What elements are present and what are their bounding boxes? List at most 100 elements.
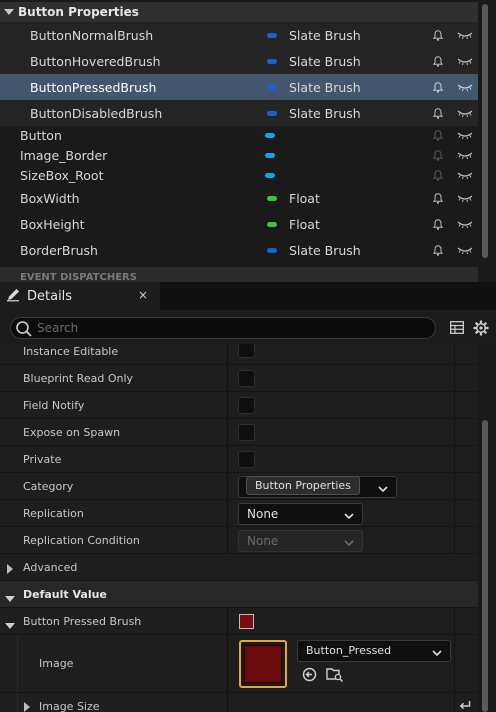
image-thumbnail[interactable] [239,640,287,688]
private-checkbox[interactable] [238,451,255,468]
collapse-arrow-icon[interactable] [5,618,15,632]
bell-icon[interactable] [433,170,443,181]
bell-icon[interactable] [433,130,443,141]
field-notify-checkbox[interactable] [238,397,255,414]
dropdown-value: Button_Pressed [306,644,392,657]
blueprint-read-only-checkbox[interactable] [238,370,255,387]
category-event-dispatchers[interactable]: EVENT DISPATCHERS [0,267,478,282]
variable-name: Button [20,127,62,143]
chevron-down-icon[interactable] [378,482,388,496]
bell-icon[interactable] [433,30,443,41]
brush-color-swatch[interactable] [239,614,254,629]
expand-arrow-icon[interactable] [7,563,13,577]
type-pill-icon[interactable] [267,222,277,227]
type-pill-icon[interactable] [267,59,277,64]
tab-details[interactable]: Details × [0,282,160,310]
property-label: Category [23,480,74,493]
visibility-eye-icon[interactable] [457,57,473,65]
details-scrollbar-thumb[interactable] [482,420,488,712]
type-pill-icon[interactable] [265,173,275,178]
variable-row-button-pressed-brush[interactable]: ButtonPressedBrush Slate Brush [0,74,478,100]
bell-icon[interactable] [433,245,443,256]
search-bar [0,310,496,344]
property-row-replication: Replication None [0,500,478,527]
property-row-instance-editable: Instance Editable [0,344,478,365]
scrollbar-thumb[interactable] [482,4,488,258]
bell-icon[interactable] [433,56,443,67]
type-pill-icon[interactable] [267,196,277,201]
category-value[interactable]: Button Properties [246,476,360,495]
visibility-eye-icon[interactable] [457,109,473,117]
bell-icon[interactable] [433,193,443,204]
settings-gear-icon[interactable] [473,320,489,339]
my-blueprint-panel: Button Properties ButtonNormalBrush Slat… [0,0,496,282]
variable-name: BoxHeight [20,216,85,232]
reset-to-default-icon[interactable] [459,700,471,712]
search-input[interactable] [37,320,427,336]
variable-name: ButtonHoveredBrush [30,53,161,69]
section-label: Default Value [23,588,107,601]
variable-type: Float [289,190,320,206]
property-row-field-notify: Field Notify [0,392,478,419]
collapse-arrow-icon[interactable] [5,591,15,605]
type-pill-icon[interactable] [267,248,277,253]
property-row-button-pressed-brush: Button Pressed Brush [0,608,478,635]
type-pill-icon[interactable] [267,85,277,90]
variable-row-sizebox-root[interactable]: SizeBox_Root [0,164,478,186]
variable-row-box-width[interactable]: BoxWidth Float [0,185,478,211]
visibility-eye-icon[interactable] [457,151,473,159]
variable-row-box-height[interactable]: BoxHeight Float [0,211,478,237]
property-row-replication-condition: Replication Condition None [0,527,478,554]
category-label: Button Properties [18,5,139,19]
section-default-value[interactable]: Default Value [0,581,478,608]
variable-type: Slate Brush [289,53,361,69]
browse-folder-icon[interactable] [326,667,344,685]
collapse-arrow-icon[interactable] [4,9,14,15]
close-icon[interactable]: × [138,288,148,302]
variable-row-button-hovered-brush[interactable]: ButtonHoveredBrush Slate Brush [0,48,478,74]
variable-row-image-border[interactable]: Image_Border [0,144,478,166]
visibility-eye-icon[interactable] [457,31,473,39]
property-label: Button Pressed Brush [23,615,142,628]
section-label: Advanced [23,561,78,574]
variable-row-button-disabled-brush[interactable]: ButtonDisabledBrush Slate Brush [0,100,478,126]
expose-on-spawn-checkbox[interactable] [238,424,255,441]
type-pill-icon[interactable] [265,153,275,158]
bell-icon[interactable] [433,150,443,161]
visibility-eye-icon[interactable] [457,83,473,91]
image-asset-dropdown[interactable]: Button_Pressed [297,640,451,662]
bell-icon[interactable] [433,82,443,93]
bell-icon[interactable] [433,219,443,230]
expand-arrow-icon[interactable] [24,701,30,712]
replication-dropdown[interactable]: None [238,503,363,525]
visibility-eye-icon[interactable] [457,220,473,228]
visibility-eye-icon[interactable] [457,131,473,139]
chevron-down-icon[interactable] [344,509,354,523]
instance-editable-checkbox[interactable] [238,344,255,358]
variable-type: Float [289,216,320,232]
type-pill-icon[interactable] [265,133,275,138]
use-selected-asset-icon[interactable] [302,667,317,685]
details-pencil-icon [6,287,21,305]
variable-name: ButtonDisabledBrush [30,105,163,121]
bell-icon[interactable] [433,108,443,119]
visibility-eye-icon[interactable] [457,171,473,179]
visibility-eye-icon[interactable] [457,246,473,254]
property-label: Expose on Spawn [23,426,121,439]
chevron-down-icon [344,536,354,550]
variable-row-button[interactable]: Button [0,124,478,146]
tab-bar: Details × [0,282,496,310]
visibility-eye-icon[interactable] [457,194,473,202]
chevron-down-icon[interactable] [432,646,442,660]
search-box[interactable] [10,317,436,339]
type-pill-icon[interactable] [267,111,277,116]
variable-row-border-brush[interactable]: BorderBrush Slate Brush [0,237,478,263]
property-label: Image [39,657,74,670]
category-button-properties[interactable]: Button Properties [0,2,478,22]
section-advanced[interactable]: Advanced [0,554,478,581]
property-row-expose-on-spawn: Expose on Spawn [0,419,478,446]
variable-row-button-normal-brush[interactable]: ButtonNormalBrush Slate Brush [0,22,478,48]
table-view-icon[interactable] [450,321,464,337]
variable-name: ButtonPressedBrush [30,79,157,95]
type-pill-icon[interactable] [267,33,277,38]
